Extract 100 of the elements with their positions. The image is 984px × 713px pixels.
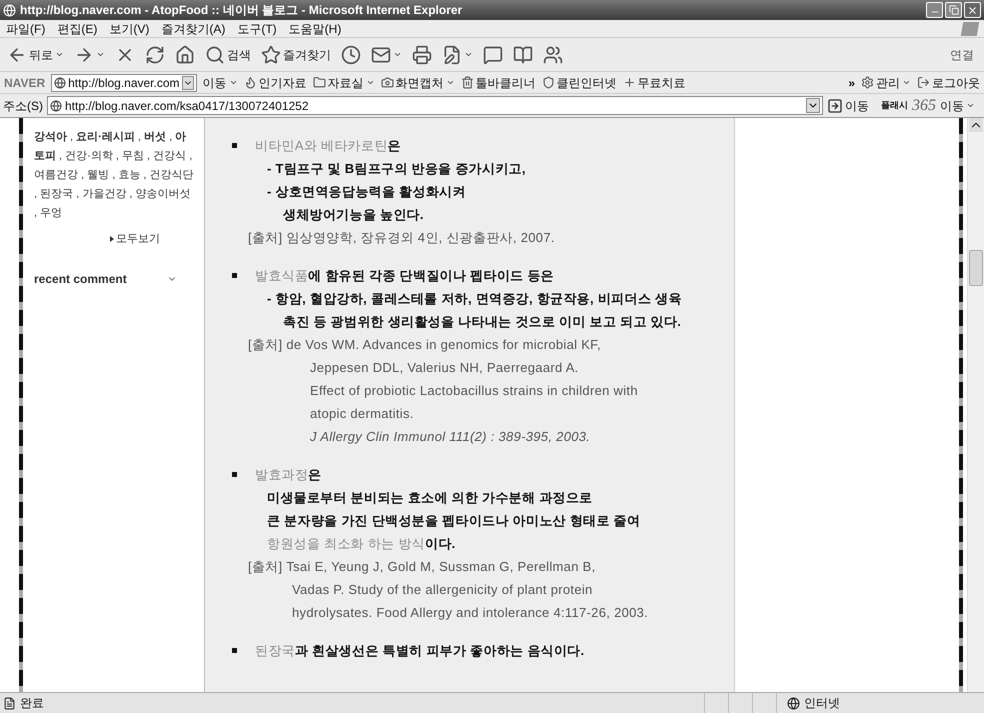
book-icon [513, 44, 533, 64]
naver-logo: NAVER [4, 74, 46, 92]
arrow-right-icon [827, 98, 843, 114]
caret-icon [464, 50, 473, 59]
post-text: - T림프구 및 B림프구의 반응을 증가시키고, [267, 160, 526, 178]
plus-icon [622, 76, 636, 89]
menu-item[interactable]: 편집(E) [57, 20, 98, 38]
post-text: - 항암, 혈압강하, 콜레스테롤 저하, 면역증강, 항균작용, 비피더스 생육 [267, 290, 682, 308]
scrollbar[interactable] [967, 118, 984, 692]
post-text: hydrolysates. Food Allergy and intolerance 4:117-26, 2003. [292, 604, 648, 622]
caret-icon [55, 50, 64, 59]
naver-url-field[interactable]: http://blog.naver.com [51, 74, 197, 92]
menu-item[interactable]: 도움말(H) [288, 20, 342, 38]
toolbar-link[interactable]: 관리 [861, 74, 911, 92]
restore-icon [948, 5, 958, 15]
post-text: J Allergy Clin Immunol 111(2) : 389-395, 2003. [310, 428, 590, 446]
restore-button[interactable] [945, 2, 962, 18]
globe-icon [787, 696, 800, 710]
address-label: 주소(S) [3, 98, 43, 114]
window-title: http://blog.naver.com - AtopFood :: 네이버 블로그 - Microsoft Internet Explorer [20, 2, 462, 19]
toolbar-link[interactable]: 로그아웃 [917, 74, 980, 92]
post-text: 촉진 등 광범위한 생리활성을 나타내는 것으로 이미 보고 되고 있다. [283, 312, 682, 331]
printer-icon [412, 44, 432, 64]
caret-icon [228, 78, 238, 87]
menu-item[interactable]: 파일(F) [6, 20, 46, 38]
toolbar-link[interactable]: 자료실 [312, 74, 375, 92]
minimize-button[interactable] [926, 2, 943, 18]
post-text: [출처] Tsai E, Yeung J, Gold M, Sussman G, Perellman B, [248, 558, 596, 576]
envelope-icon [371, 44, 391, 64]
back-button[interactable]: 뒤로 [4, 40, 67, 68]
shield-icon [542, 76, 555, 89]
post-text: 비타민A와 베타카로틴은 [255, 136, 401, 155]
zone-text: 인터넷 [804, 695, 840, 712]
post-text: 큰 분자량을 가진 단백성분을 펩타이드나 아미노산 형태로 줄여 [267, 512, 640, 530]
post-text: [출처] 임상영양학, 장유경외 4인, 신광출판사, 2007. [248, 228, 555, 247]
menu-item[interactable]: 보기(V) [109, 20, 150, 38]
flame-icon [244, 76, 257, 89]
dropdown-icon[interactable] [182, 76, 194, 90]
flash-go-button[interactable]: 이동 [940, 96, 975, 114]
post-text: - 상호면역응답능력을 활성화시켜 [267, 182, 466, 201]
clock-icon [341, 44, 361, 64]
caret-icon [966, 101, 975, 110]
caret-icon [446, 78, 455, 87]
scrollbar-thumb[interactable] [969, 250, 983, 286]
recent-comment-heading: recent comment [34, 270, 127, 288]
folder-icon [312, 76, 326, 89]
favorites-button[interactable]: 즐겨찾기 [258, 40, 334, 68]
links-label: 연결 [950, 46, 974, 64]
bullet-icon [232, 143, 237, 148]
post-text: Effect of probiotic Lactobacillus strains in children with [310, 382, 638, 400]
triangle-icon [110, 236, 114, 242]
menu-item[interactable]: 즐겨찾기(A) [161, 20, 226, 38]
post-text: 발효과정은 [255, 466, 322, 484]
refresh-icon [145, 44, 165, 64]
post-text: Jeppesen DDL, Valerius NH, Paerregaard A. [310, 358, 579, 377]
search-button[interactable]: 검색 [202, 40, 254, 68]
go-button[interactable]: 이동 [827, 96, 869, 114]
post-text: 미생물로부터 분비되는 효소에 의한 가수분해 과정으로 [267, 488, 592, 507]
post-text: 생체방어기능을 높인다. [283, 206, 424, 224]
toolbar-link[interactable]: 무료치료 [622, 74, 686, 92]
post-text: 된장국과 흰살생선은 특별히 피부가 좋아하는 음식이다. [255, 642, 584, 660]
go-button[interactable]: 이동 [202, 74, 238, 92]
logout-icon [917, 76, 930, 89]
post-text: 항원성을 최소화 하는 방식 이다. [267, 534, 456, 553]
toolbar-link[interactable]: 툴바클리너 [460, 74, 536, 92]
star-icon [261, 44, 281, 64]
toolbar-link[interactable]: 클린인터넷 [542, 74, 617, 92]
people-icon [543, 44, 563, 64]
toolbar-link[interactable]: 인기자료 [244, 74, 307, 92]
post-text: 발효식품에 함유된 각종 단백질이나 펩타이드 등은 [255, 266, 554, 285]
close-button[interactable] [964, 2, 981, 18]
close-icon [967, 4, 978, 16]
search-icon [205, 44, 225, 64]
caret-icon [366, 78, 375, 87]
menu-item[interactable]: 도구(T) [237, 20, 277, 38]
trash-icon [460, 76, 474, 89]
show-all-link[interactable]: 모두보기 [110, 231, 160, 248]
speech-bubble-icon [483, 44, 503, 64]
caret-icon [393, 50, 402, 59]
browser-icon [3, 4, 16, 16]
caret-icon [902, 78, 911, 87]
post-text: atopic dermatitis. [310, 404, 414, 423]
more-button[interactable]: » [848, 74, 855, 92]
flash-number: 365 [912, 96, 936, 116]
camera-icon [380, 76, 394, 89]
dropdown-icon[interactable] [806, 98, 820, 113]
toolbar-link[interactable]: 화면캡처 [380, 74, 455, 92]
home-icon [175, 44, 195, 64]
scroll-up-icon[interactable] [969, 118, 983, 132]
status-text: 완료 [20, 695, 45, 712]
post-text: [출처] de Vos WM. Advances in genomics for microbial KF, [248, 336, 601, 354]
address-field[interactable]: http://blog.naver.com/ksa0417/130072401252 [47, 96, 823, 115]
flash-logo: 플래시 [881, 98, 908, 112]
document-icon [442, 44, 462, 64]
settings-icon [861, 76, 874, 89]
bullet-icon [232, 472, 237, 477]
bullet-icon [232, 648, 237, 653]
post-text: Vadas P. Study of the allergenicity of plant protein [292, 580, 593, 599]
caret-icon [96, 50, 105, 59]
bullet-icon [232, 273, 237, 278]
